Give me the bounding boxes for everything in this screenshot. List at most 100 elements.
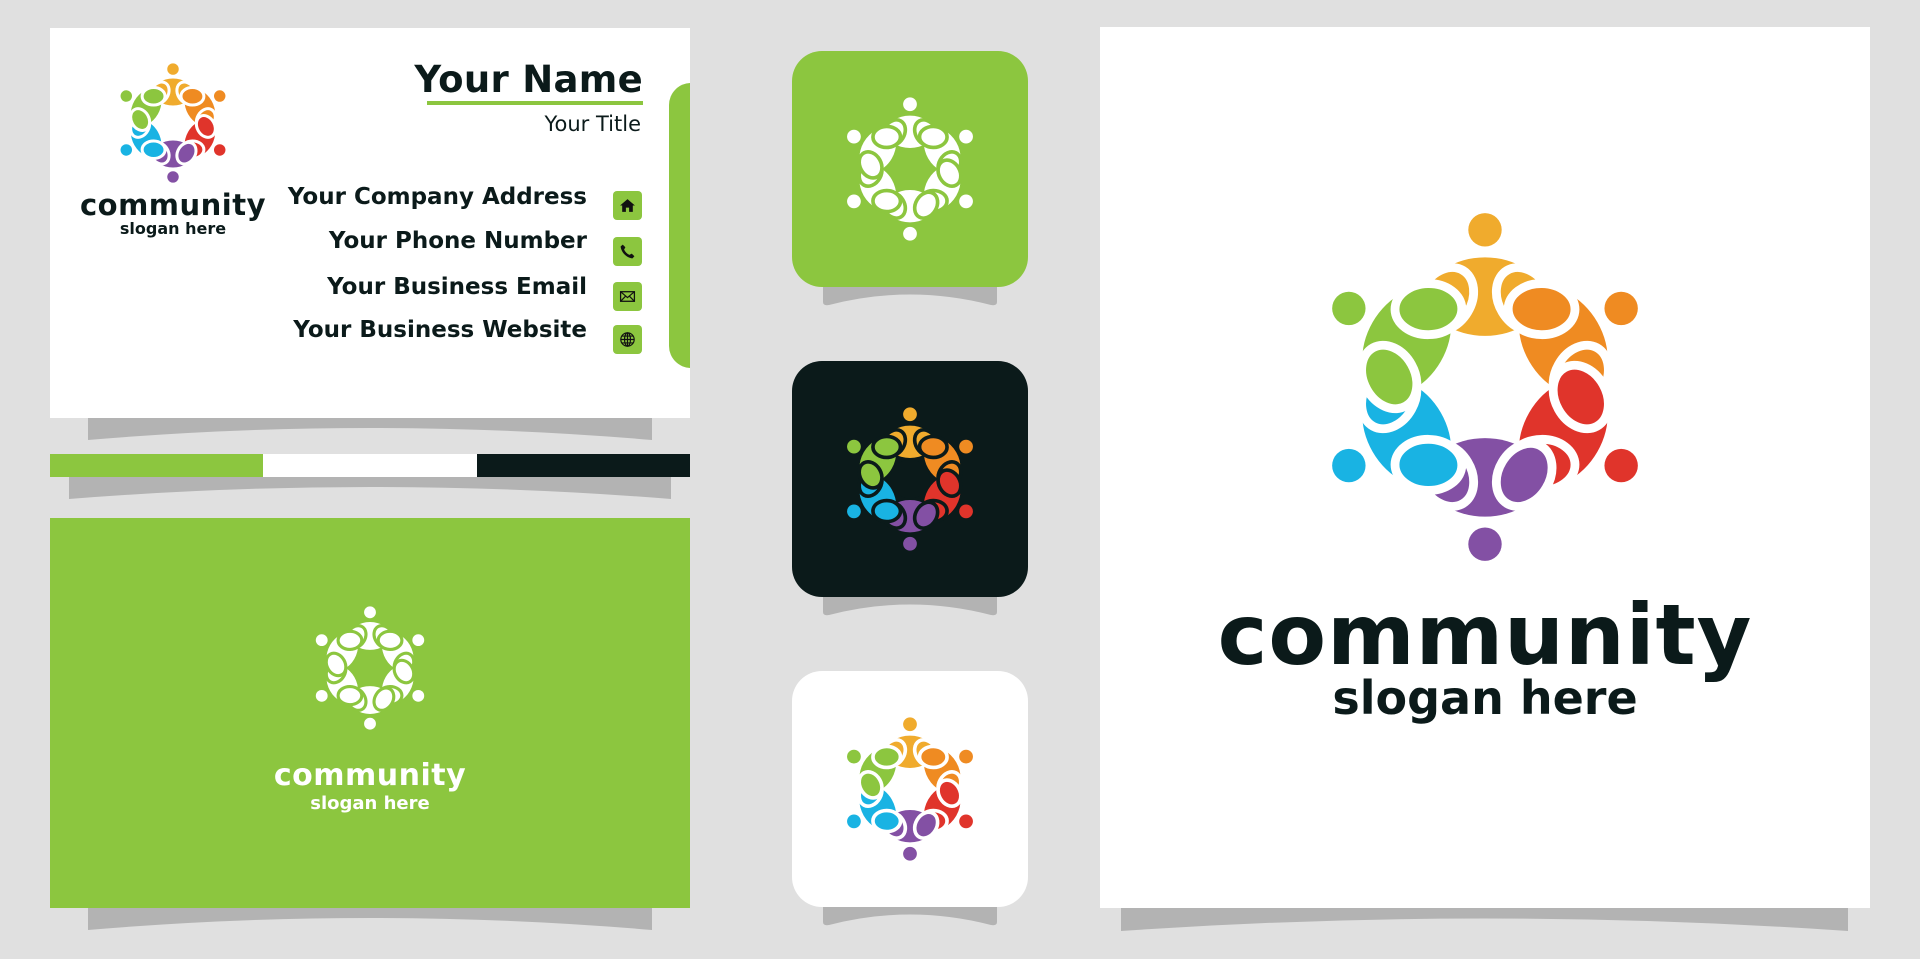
name-underline [427, 101, 643, 105]
stripe-shadow [69, 477, 671, 499]
community-logo-icon [847, 717, 973, 861]
figure-head [903, 717, 917, 732]
globe-icon [613, 325, 642, 354]
figure-head [847, 439, 861, 454]
figure-head [1604, 448, 1638, 483]
palette-swatch-green [50, 454, 264, 477]
card-front-logo [113, 63, 233, 183]
business-card-back: community slogan here [50, 518, 690, 908]
community-logo-icon [847, 97, 973, 241]
community-logo-icon [315, 606, 425, 730]
card-back-brand-name: community [273, 758, 467, 793]
figure-arm [871, 434, 903, 460]
figure-head [959, 194, 973, 209]
figure-arm [336, 629, 364, 652]
figure-arm [871, 124, 903, 150]
figure-head [167, 171, 179, 183]
figure-head [364, 717, 376, 730]
card-back-logo [308, 606, 432, 730]
figure-arm [917, 744, 949, 770]
home-icon [613, 191, 642, 220]
figure-head [1468, 527, 1502, 561]
color-palette-stripe [50, 454, 690, 477]
figure-head [167, 63, 179, 75]
contact-address: Your Company Address [287, 184, 587, 210]
figure-arm [871, 498, 903, 524]
figure-arm [1390, 279, 1467, 340]
figure-head [959, 439, 973, 454]
phone-icon [613, 237, 642, 266]
logo-center [890, 769, 930, 809]
figure-head [120, 90, 133, 102]
figure-arm [871, 744, 903, 770]
palette-swatch-white [263, 454, 477, 477]
card-holder-title: Your Title [544, 112, 641, 136]
big-brand-name: community [1217, 586, 1753, 684]
figure-arm [871, 188, 903, 214]
card-front-side-accent [669, 83, 690, 368]
figure-head [1604, 291, 1638, 326]
card-front-brand-name: community [79, 188, 267, 222]
app-icon-white [792, 671, 1028, 907]
figure-arm [140, 139, 167, 161]
contact-email: Your Business Email [327, 274, 587, 300]
figure-arm [917, 434, 949, 460]
palette-swatch-dark [476, 454, 690, 477]
card-front-shadow [88, 418, 652, 440]
card-front-brand-slogan: slogan here [119, 219, 227, 238]
card-back-brand-slogan: slogan here [310, 793, 430, 814]
figure-head [903, 97, 917, 112]
figure-head [213, 144, 226, 156]
figure-head [959, 749, 973, 764]
email-icon [613, 282, 642, 311]
figure-head [315, 689, 328, 702]
figure-head [959, 504, 973, 519]
figure-arm [917, 124, 949, 150]
figure-head [847, 749, 861, 764]
figure-head [903, 846, 917, 861]
app-icon-green [792, 51, 1028, 287]
community-logo-icon [847, 407, 973, 551]
figure-arm [376, 629, 404, 652]
figure-head [1468, 213, 1502, 247]
figure-head [364, 606, 376, 619]
big-logo [1318, 202, 1652, 572]
card-holder-name: Your Name [414, 58, 643, 101]
logo-center [1437, 339, 1533, 435]
card-back-shadow [88, 908, 652, 930]
figure-head [847, 814, 861, 829]
figure-head [847, 194, 861, 209]
figure-head [959, 129, 973, 144]
community-logo-icon [120, 63, 226, 183]
business-card-front: community slogan here Your Name Your Tit… [50, 28, 690, 418]
big-panel-shadow [1121, 908, 1848, 931]
figure-arm [140, 85, 167, 107]
contact-website: Your Business Website [293, 317, 587, 343]
figure-head [1332, 291, 1366, 326]
figure-arm [1390, 434, 1467, 495]
logo-presentation-panel: community slogan here [1100, 27, 1870, 908]
app-icon-dark [792, 361, 1028, 597]
figure-head [903, 536, 917, 551]
figure-head [213, 90, 226, 102]
figure-head [412, 689, 425, 702]
figure-head [847, 129, 861, 144]
figure-arm [336, 684, 364, 707]
logo-center [890, 149, 930, 189]
figure-head [959, 814, 973, 829]
figure-head [903, 226, 917, 241]
figure-head [903, 407, 917, 422]
logo-center [156, 106, 190, 140]
logo-center [353, 651, 387, 685]
logo-center [890, 459, 930, 499]
big-brand-slogan: slogan here [1332, 671, 1638, 725]
figure-head [412, 634, 425, 647]
figure-arm [1503, 279, 1580, 340]
figure-head [315, 634, 328, 647]
contact-phone: Your Phone Number [328, 228, 587, 254]
figure-arm [871, 808, 903, 834]
figure-head [1332, 448, 1366, 483]
figure-head [120, 144, 133, 156]
figure-arm [179, 85, 206, 107]
figure-head [847, 504, 861, 519]
